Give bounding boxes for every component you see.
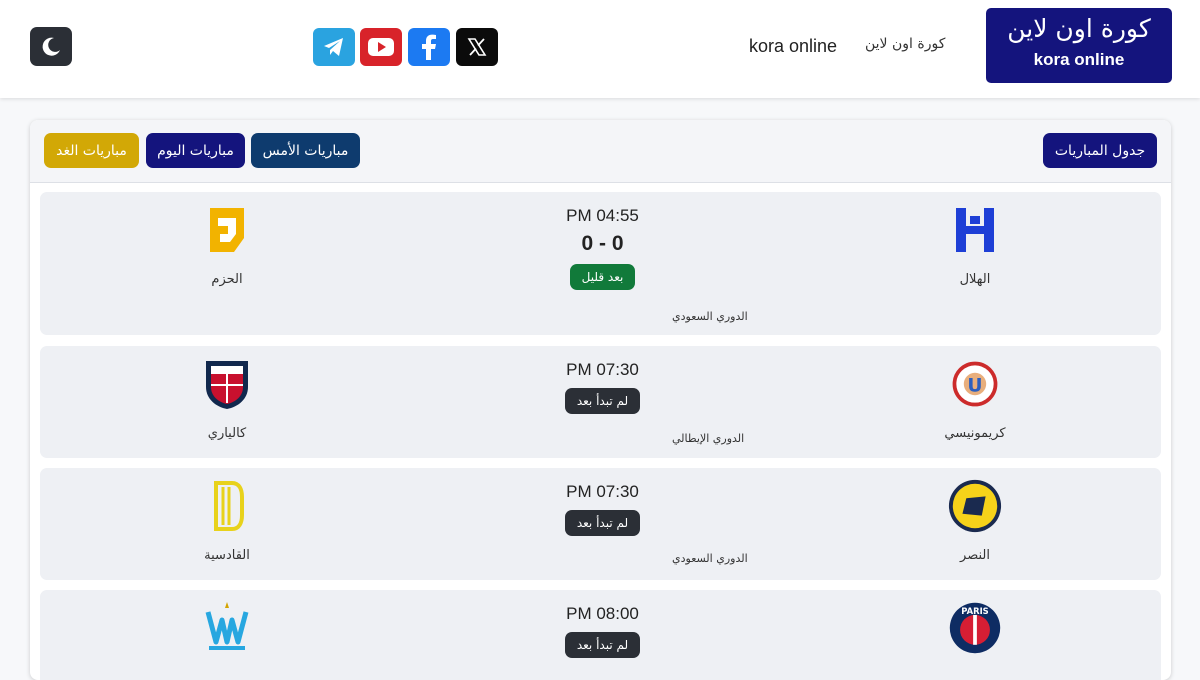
matches-panel: جدول المباريات مباريات الأمس مباريات الي… (30, 120, 1171, 680)
league-name: الدوري الإيطالي (672, 432, 745, 445)
yesterday-matches-button[interactable]: مباريات الأمس (251, 133, 360, 168)
cagliari-logo-icon (199, 356, 255, 412)
home-team-name: الهلال (959, 272, 991, 287)
telegram-link[interactable] (313, 28, 355, 66)
away-team-name: كالياري (207, 426, 247, 441)
theme-toggle-button[interactable] (30, 27, 72, 66)
away-team: كالياري (157, 356, 297, 441)
x-link[interactable] (456, 28, 498, 66)
home-team-name: النصر (960, 548, 990, 563)
x-icon (467, 38, 487, 56)
al-qadsiah-logo-icon (199, 478, 255, 534)
facebook-icon (422, 34, 436, 60)
facebook-link[interactable] (408, 28, 450, 66)
match-center: PM 07:30 لم تبدأ بعد (500, 482, 705, 536)
match-status-badge: لم تبدأ بعد (564, 632, 641, 658)
site-logo[interactable]: كورة اون لاين kora online (986, 8, 1172, 83)
today-matches-button[interactable]: مباريات اليوم (146, 133, 245, 168)
away-team (157, 600, 297, 656)
match-score: 0 - 0 (581, 232, 624, 255)
cremonese-logo-icon: U (947, 356, 1003, 412)
logo-english-text: kora online (1033, 50, 1125, 69)
away-team-name: الحزم (211, 272, 243, 287)
away-team: الحزم (157, 202, 297, 287)
match-card[interactable]: النصر PM 07:30 لم تبدأ بعد القادسية الدو… (40, 468, 1161, 580)
match-time: PM 08:00 (566, 604, 639, 623)
match-time: PM 07:30 (566, 360, 639, 379)
tomorrow-matches-button[interactable]: مباريات الغد (44, 133, 139, 168)
al-nassr-logo-icon (947, 478, 1003, 534)
al-hilal-logo-icon (947, 202, 1003, 258)
match-status-badge: لم تبدأ بعد (564, 388, 641, 414)
match-card[interactable]: U كريمونيسي PM 07:30 لم تبدأ بعد كالياري… (40, 346, 1161, 458)
match-card[interactable]: الهلال PM 04:55 0 - 0 بعد قليل الحزم الد… (40, 192, 1161, 335)
match-card[interactable]: PARIS PM 08:00 لم تبدأ بعد (40, 590, 1161, 680)
svg-text:PARIS: PARIS (961, 606, 988, 616)
site-header: kora online كورة اون لاين كورة اون لاين … (0, 0, 1200, 98)
home-team: PARIS (905, 600, 1045, 656)
schedule-button[interactable]: جدول المباريات (1043, 133, 1157, 168)
nav-link-en[interactable]: kora online (749, 36, 837, 57)
match-status-badge: لم تبدأ بعد (564, 510, 641, 536)
match-time: PM 07:30 (566, 482, 639, 501)
nav-link-ar[interactable]: كورة اون لاين (865, 36, 945, 52)
telegram-icon (324, 38, 343, 56)
home-team: U كريمونيسي (905, 356, 1045, 441)
youtube-link[interactable] (360, 28, 402, 66)
al-hazm-logo-icon (199, 202, 255, 258)
home-team: الهلال (905, 202, 1045, 287)
logo-arabic-text: كورة اون لاين (1007, 14, 1151, 43)
home-team: النصر (905, 478, 1045, 563)
away-team: القادسية (157, 478, 297, 563)
away-team-name: القادسية (204, 548, 250, 563)
match-status-badge: بعد قليل (569, 264, 636, 290)
matches-toolbar: جدول المباريات مباريات الأمس مباريات الي… (30, 120, 1171, 183)
youtube-icon (368, 38, 394, 56)
svg-text:U: U (967, 375, 982, 396)
moon-icon (42, 37, 60, 56)
match-time: PM 04:55 (566, 206, 639, 225)
marseille-logo-icon (199, 600, 255, 656)
match-center: PM 07:30 لم تبدأ بعد (500, 360, 705, 414)
league-name: الدوري السعودي (672, 552, 748, 565)
league-name: الدوري السعودي (672, 310, 748, 323)
psg-logo-icon: PARIS (947, 600, 1003, 656)
match-center: PM 08:00 لم تبدأ بعد (500, 604, 705, 658)
home-team-name: كريمونيسي (944, 426, 1006, 441)
match-center: PM 04:55 0 - 0 بعد قليل (500, 206, 705, 290)
